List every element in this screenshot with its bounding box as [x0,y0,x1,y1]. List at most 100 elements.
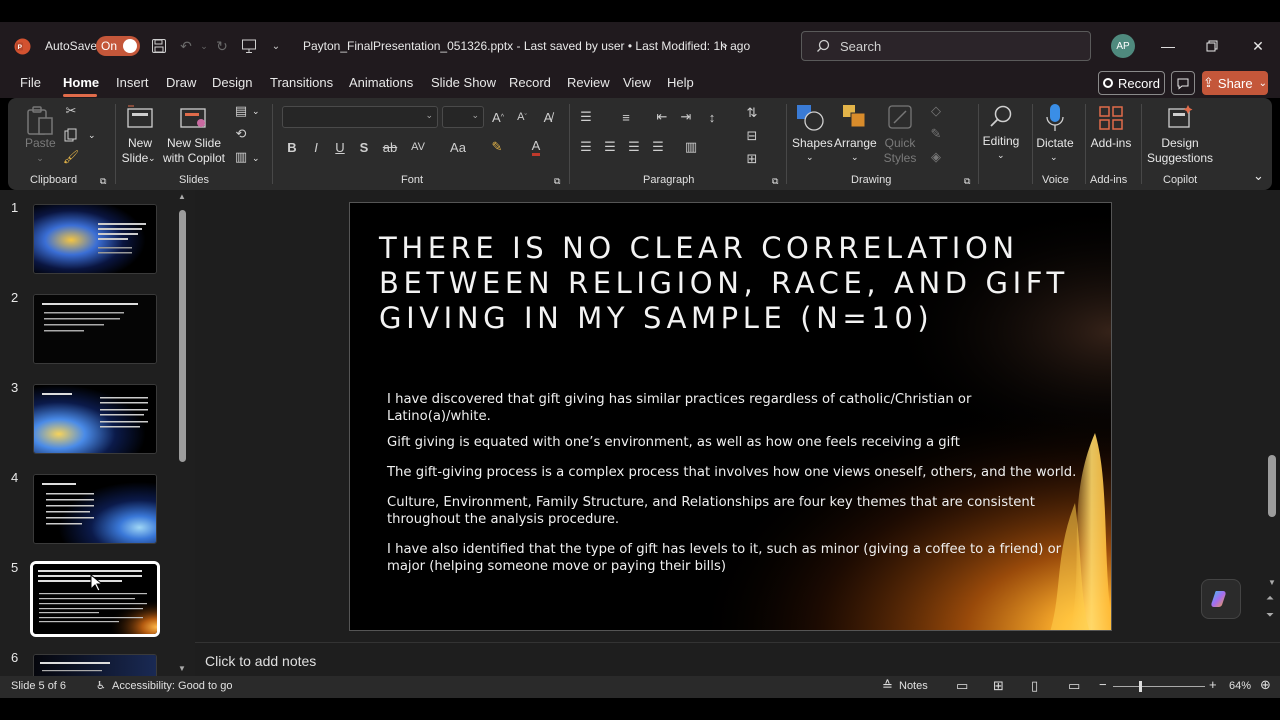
undo-dropdown-icon[interactable]: ⌄ [194,36,214,56]
restore-icon[interactable] [1202,36,1222,56]
shapes-icon[interactable] [794,102,826,132]
scroll-down-icon[interactable]: ▼ [178,664,186,673]
comments-button[interactable] [1171,71,1195,95]
editor-scrollbar[interactable]: ▼ ⏶ ⏷ [1264,190,1280,642]
reading-view-icon[interactable]: ▯ [1031,678,1038,694]
arrange-dropdown-icon[interactable]: ⌄ [851,150,859,165]
quick-styles-label[interactable]: Quick [882,136,918,151]
slide-body-text[interactable]: I have discovered that gift giving has s… [387,391,1077,588]
arrange-label[interactable]: Arrange [834,136,877,151]
clear-formatting-icon[interactable]: A̸ [538,107,558,127]
record-button[interactable]: Record [1098,71,1165,95]
text-direction-icon[interactable]: ⇅ [742,103,762,123]
editor-scroll-thumb[interactable] [1268,455,1276,517]
zoom-slider[interactable] [1113,686,1205,687]
microphone-icon[interactable] [1042,102,1068,134]
editing-label[interactable]: Editing [978,134,1024,149]
shape-outline-icon[interactable]: ✎ [926,125,946,143]
new-slide-dropdown-icon[interactable]: ⌄ [148,151,156,166]
new-slide-label[interactable]: New [126,136,154,151]
next-slide-icon[interactable]: ⏷ [1266,610,1274,621]
tab-help[interactable]: Help [667,75,694,90]
copy-dropdown-icon[interactable]: ⌄ [88,128,96,143]
slide-thumbnail-2[interactable] [33,294,157,364]
increase-font-size-icon[interactable]: A ^ [488,107,508,127]
tab-transitions[interactable]: Transitions [270,75,333,90]
strikethrough-icon[interactable]: ab [380,137,400,157]
font-size-select[interactable]: ⌄ [442,106,484,128]
zoom-out-icon[interactable]: − [1099,677,1107,692]
line-spacing-icon[interactable]: ↕ [702,107,722,127]
bold-icon[interactable]: B [283,137,301,157]
current-slide[interactable]: There is no clear correlation between re… [349,202,1112,631]
new-slide-copilot-icon[interactable] [178,104,208,132]
shape-effects-icon[interactable]: ◈ [926,148,946,166]
slide-thumbnail-5[interactable] [30,561,160,637]
thumbnail-scroll-thumb[interactable] [179,210,186,462]
shapes-label[interactable]: Shapes [792,136,833,151]
minimize-icon[interactable]: — [1158,36,1178,56]
italic-icon[interactable]: I [307,137,325,157]
new-slide-icon[interactable] [125,104,155,132]
previous-slide-icon[interactable]: ⏶ [1266,593,1274,604]
copilot-button[interactable] [1201,579,1241,619]
clipboard-launcher-icon[interactable]: ⧉ [100,174,106,189]
ribbon-expand-chevron-icon[interactable]: ⌄ [1253,168,1264,183]
zoom-level[interactable]: 64% [1229,680,1251,692]
add-ins-icon[interactable] [1097,104,1125,132]
new-slide-copilot-label-2[interactable]: with Copilot [158,151,230,166]
save-icon[interactable] [149,36,169,56]
new-slide-label-2[interactable]: Slide [121,151,149,166]
increase-indent-icon[interactable]: ⇥ [676,107,696,127]
title-chevron-down-icon[interactable]: ⌄ [719,36,730,52]
design-suggestions-icon[interactable] [1165,102,1195,132]
font-family-select[interactable]: ⌄ [282,106,438,128]
layout-icon[interactable]: ▤ [232,102,250,120]
close-icon[interactable]: ✕ [1248,36,1268,56]
scroll-up-icon[interactable]: ▲ [178,192,186,201]
layout-dropdown-icon[interactable]: ⌄ [252,104,260,119]
copy-icon[interactable] [62,126,80,144]
dictate-dropdown-icon[interactable]: ⌄ [1050,150,1058,165]
document-title[interactable]: Payton_FinalPresentation_051326.pptx - L… [303,39,750,53]
present-from-start-icon[interactable] [239,36,259,56]
customize-qat-icon[interactable]: ⌄ [266,36,286,56]
slide-sorter-icon[interactable]: ⊞ [993,678,1004,694]
highlight-icon[interactable]: ✎ [486,137,508,157]
notes-pane[interactable]: Click to add notes [195,642,1280,676]
justify-icon[interactable]: ☰ [648,137,668,157]
find-icon[interactable] [986,102,1016,132]
avatar[interactable]: AP [1111,34,1135,58]
zoom-slider-thumb[interactable] [1139,681,1142,692]
tab-insert[interactable]: Insert [116,75,149,90]
underline-icon[interactable]: U [331,137,349,157]
align-left-icon[interactable]: ☰ [576,137,596,157]
smartart-icon[interactable]: ⊞ [742,149,762,169]
align-right-icon[interactable]: ☰ [624,137,644,157]
fit-to-window-icon[interactable]: ⊕ [1260,677,1271,693]
character-spacing-icon[interactable]: AV [406,137,430,157]
tab-file[interactable]: File [20,75,41,90]
cut-icon[interactable]: ✂ [62,102,80,120]
add-ins-button-label[interactable]: Add-ins [1088,136,1134,151]
design-suggestions-label[interactable]: Design [1158,136,1202,151]
notes-placeholder[interactable]: Click to add notes [205,653,316,669]
shadow-icon[interactable]: S [355,137,373,157]
tab-animations[interactable]: Animations [349,75,413,90]
tab-design[interactable]: Design [212,75,252,90]
notes-toggle-icon[interactable]: ≙ [882,678,893,694]
thumbnail-scrollbar[interactable]: ▲ ▼ [178,192,187,673]
align-center-icon[interactable]: ☰ [600,137,620,157]
autosave-toggle[interactable]: On [96,36,140,56]
zoom-in-icon[interactable]: + [1209,677,1217,692]
slide-show-icon[interactable]: ▭ [1068,678,1080,694]
decrease-indent-icon[interactable]: ⇤ [652,107,672,127]
slide-thumbnail-4[interactable] [33,474,157,544]
new-slide-copilot-label[interactable]: New Slide [163,136,225,151]
dictate-label[interactable]: Dictate [1035,136,1075,151]
scroll-down-icon[interactable]: ▼ [1268,578,1276,587]
columns-icon[interactable]: ▥ [680,137,702,157]
format-painter-icon[interactable]: 🖌 [62,148,80,166]
accessibility-icon[interactable]: ♿ [96,679,106,692]
align-text-icon[interactable]: ⊟ [742,126,762,146]
